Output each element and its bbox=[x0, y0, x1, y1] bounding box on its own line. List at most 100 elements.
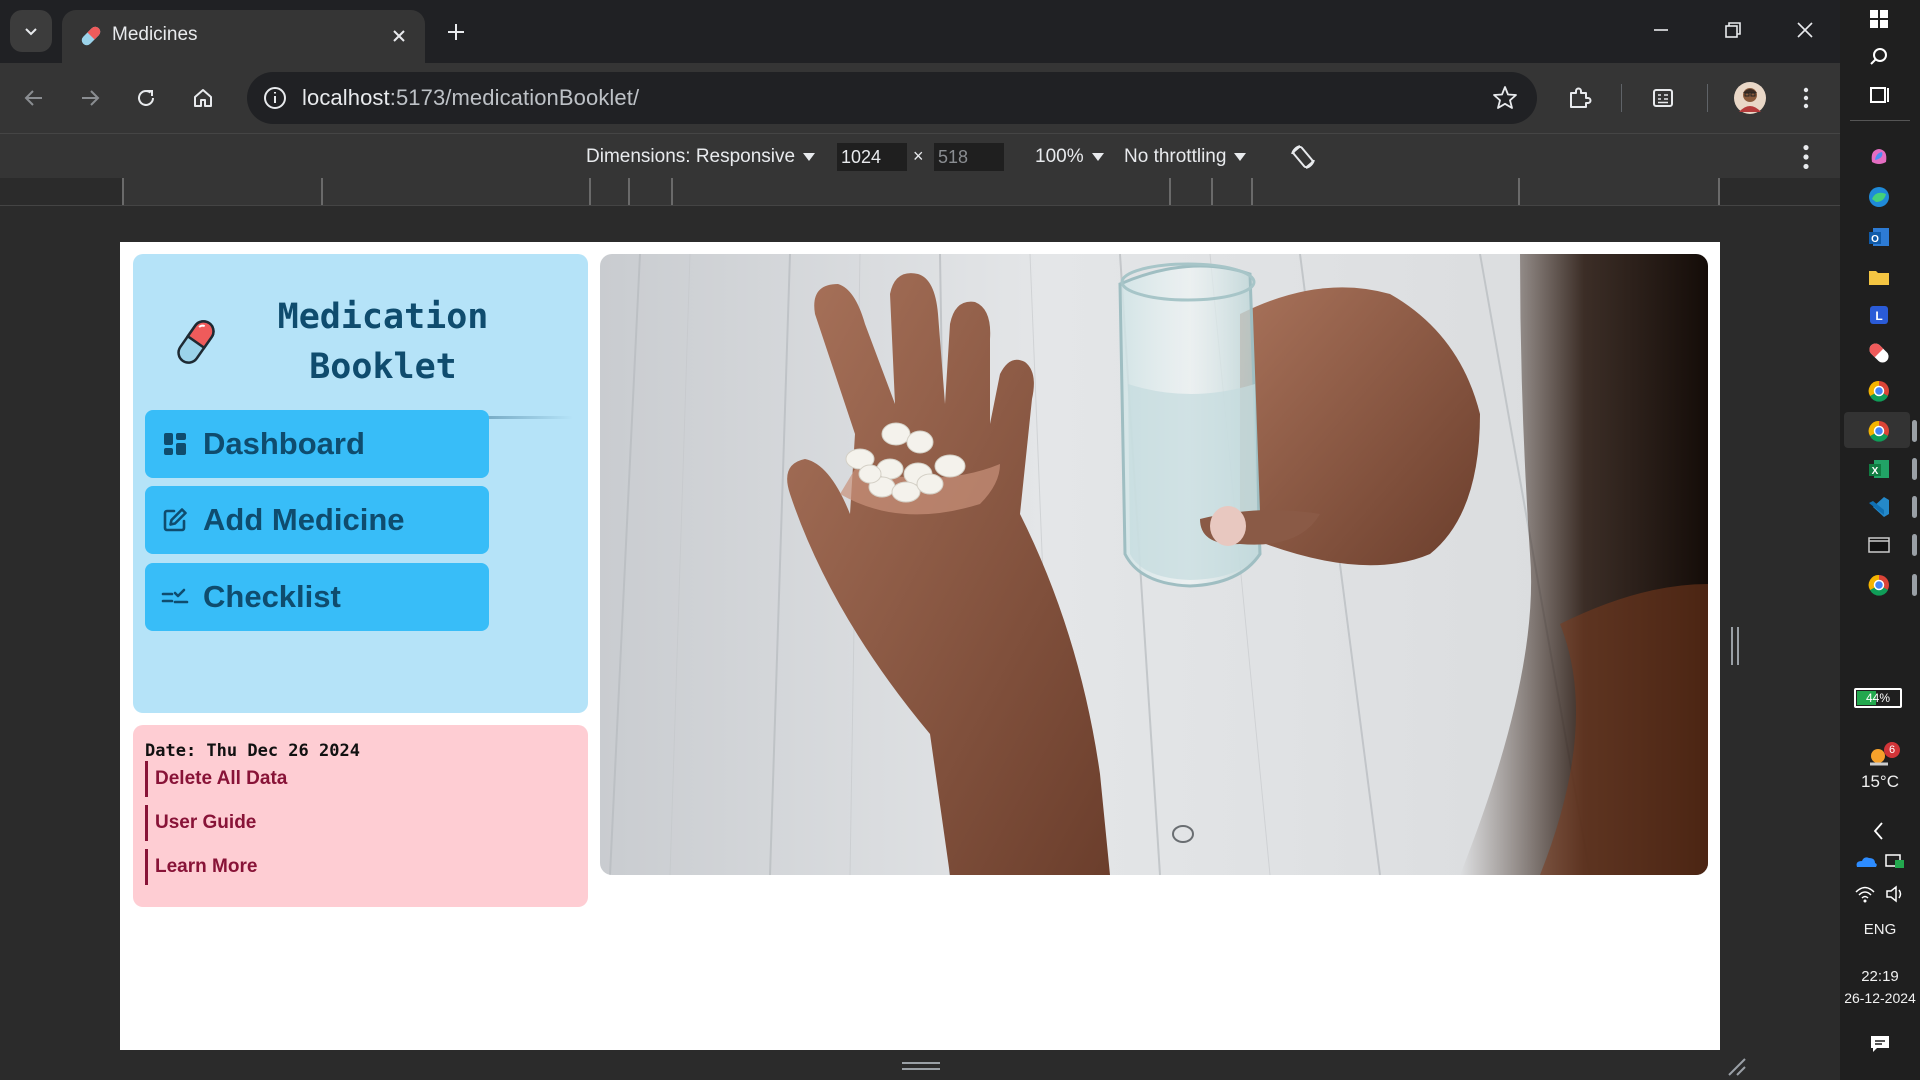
browser-tab-active[interactable]: Medicines bbox=[62, 10, 425, 63]
pill-capsule-icon bbox=[177, 320, 215, 364]
viewport-resize-handle[interactable] bbox=[1729, 625, 1741, 667]
learn-more-link[interactable]: Learn More bbox=[145, 849, 257, 885]
home-icon bbox=[194, 89, 212, 107]
clock-time[interactable]: 22:19 bbox=[1840, 968, 1920, 985]
nav-label: Checklist bbox=[203, 579, 341, 614]
clock-date[interactable]: 26-12-2024 bbox=[1840, 990, 1920, 1006]
svg-text:X: X bbox=[1872, 466, 1879, 477]
volume-icon[interactable] bbox=[1884, 884, 1906, 904]
nav-dashboard-button[interactable]: Dashboard bbox=[145, 410, 489, 478]
viewport-bottom-resize-handle[interactable] bbox=[900, 1060, 942, 1072]
terminal-icon[interactable] bbox=[1864, 530, 1894, 560]
copilot-icon[interactable] bbox=[1864, 142, 1894, 172]
ruler-marker[interactable] bbox=[1211, 178, 1213, 205]
ruler-marker[interactable] bbox=[628, 178, 630, 205]
caret-down-icon bbox=[1234, 152, 1247, 161]
outlook-icon[interactable]: O bbox=[1864, 222, 1894, 252]
windows-start-icon[interactable] bbox=[1864, 4, 1894, 34]
zoom-dropdown[interactable]: 100% bbox=[1035, 146, 1104, 168]
notification-icon[interactable] bbox=[1868, 1032, 1892, 1056]
width-input[interactable]: 1024 bbox=[837, 143, 907, 171]
weather-badge: 6 bbox=[1884, 742, 1900, 758]
input-language[interactable]: ENG bbox=[1840, 921, 1920, 938]
puzzle-icon bbox=[1570, 87, 1592, 108]
file-explorer-icon[interactable] bbox=[1864, 262, 1894, 292]
vscode-icon[interactable] bbox=[1864, 492, 1894, 522]
rotate-icon[interactable] bbox=[1288, 142, 1318, 172]
chrome-icon[interactable] bbox=[1864, 376, 1894, 406]
reading-list-button[interactable] bbox=[1643, 78, 1683, 118]
more-vertical-icon[interactable] bbox=[1796, 144, 1816, 170]
nav-checklist-button[interactable]: Checklist bbox=[145, 563, 489, 631]
ruler-marker[interactable] bbox=[1251, 178, 1253, 205]
throttling-value: No throttling bbox=[1124, 146, 1227, 167]
chrome-active-icon[interactable] bbox=[1864, 416, 1894, 446]
active-indicator bbox=[1912, 458, 1917, 480]
nav-add-medicine-button[interactable]: Add Medicine bbox=[145, 486, 489, 554]
toolbar-divider bbox=[1707, 84, 1708, 112]
close-window-button[interactable] bbox=[1780, 10, 1830, 50]
svg-text:L: L bbox=[1875, 309, 1882, 323]
brand-title: Medication Booklet bbox=[277, 297, 489, 387]
battery-indicator[interactable]: 44% bbox=[1854, 688, 1902, 708]
viewport-corner-resize-handle[interactable] bbox=[1725, 1055, 1747, 1077]
ruler-band bbox=[122, 178, 1720, 205]
tab-search-button[interactable] bbox=[10, 10, 52, 52]
back-button[interactable] bbox=[14, 78, 54, 118]
reload-button[interactable] bbox=[126, 78, 166, 118]
throttling-dropdown[interactable]: No throttling bbox=[1124, 146, 1247, 168]
forward-button[interactable] bbox=[70, 78, 110, 118]
media-query-ruler bbox=[0, 178, 1840, 206]
extensions-button[interactable] bbox=[1560, 78, 1600, 118]
url-text[interactable]: localhost:5173/medicationBooklet/ bbox=[302, 85, 639, 111]
ruler-marker[interactable] bbox=[122, 178, 124, 205]
minimize-button[interactable] bbox=[1636, 10, 1686, 50]
onedrive-icon[interactable] bbox=[1854, 852, 1878, 870]
ruler-marker[interactable] bbox=[1169, 178, 1171, 205]
chrome-profile-icon[interactable] bbox=[1864, 570, 1894, 600]
current-date: Date: Thu Dec 26 2024 bbox=[145, 741, 360, 761]
ruler-marker[interactable] bbox=[671, 178, 673, 205]
chevron-left-icon[interactable] bbox=[1870, 820, 1888, 842]
restore-button[interactable] bbox=[1708, 10, 1758, 50]
ruler-marker[interactable] bbox=[1518, 178, 1520, 205]
url-host: localhost bbox=[302, 85, 390, 110]
caret-down-icon bbox=[803, 152, 816, 161]
reload-icon bbox=[138, 89, 154, 106]
browser-menu-button[interactable] bbox=[1786, 78, 1826, 118]
wifi-icon[interactable] bbox=[1854, 884, 1876, 904]
arrow-left-icon bbox=[24, 90, 42, 106]
dimension-separator: × bbox=[913, 146, 924, 166]
ruler-marker[interactable] bbox=[321, 178, 323, 205]
dimensions-label: Dimensions: Responsive bbox=[586, 146, 796, 167]
task-view-icon[interactable] bbox=[1864, 80, 1894, 110]
dimensions-dropdown[interactable]: Dimensions: Responsive bbox=[586, 146, 816, 168]
excel-icon[interactable]: X bbox=[1864, 454, 1894, 484]
user-guide-link[interactable]: User Guide bbox=[145, 805, 256, 841]
height-input[interactable]: 518 bbox=[934, 143, 1004, 171]
pill-app-icon[interactable] bbox=[1864, 338, 1894, 368]
bookmark-star-icon[interactable] bbox=[1491, 84, 1519, 112]
sidebar: Medication Booklet Dashboard Add Medicin… bbox=[133, 254, 588, 713]
device-toolbar: Dimensions: Responsive 1024 × 518 100% N… bbox=[0, 133, 1840, 178]
pill-favicon-icon bbox=[81, 26, 101, 46]
edge-icon[interactable] bbox=[1864, 182, 1894, 212]
app-l-icon[interactable]: L bbox=[1864, 300, 1894, 330]
delete-all-data-link[interactable]: Delete All Data bbox=[145, 761, 287, 797]
active-indicator bbox=[1912, 496, 1917, 518]
ruler-marker[interactable] bbox=[589, 178, 591, 205]
ruler-marker[interactable] bbox=[1718, 178, 1720, 205]
arrow-right-icon bbox=[82, 90, 100, 106]
tab-close-button[interactable] bbox=[385, 22, 413, 50]
search-icon[interactable] bbox=[1864, 42, 1894, 72]
device-icon[interactable] bbox=[1884, 852, 1906, 870]
address-bar[interactable]: localhost:5173/medicationBooklet/ bbox=[247, 72, 1537, 124]
checklist-icon bbox=[161, 588, 189, 604]
site-info-icon[interactable] bbox=[261, 84, 289, 112]
profile-avatar-button[interactable] bbox=[1730, 78, 1770, 118]
home-button[interactable] bbox=[183, 78, 223, 118]
emulated-page: Medication Booklet Dashboard Add Medicin… bbox=[120, 242, 1720, 1050]
new-tab-button[interactable] bbox=[438, 14, 474, 50]
toolbar-divider bbox=[1621, 84, 1622, 112]
tab-bar: Medicines bbox=[0, 0, 1840, 63]
